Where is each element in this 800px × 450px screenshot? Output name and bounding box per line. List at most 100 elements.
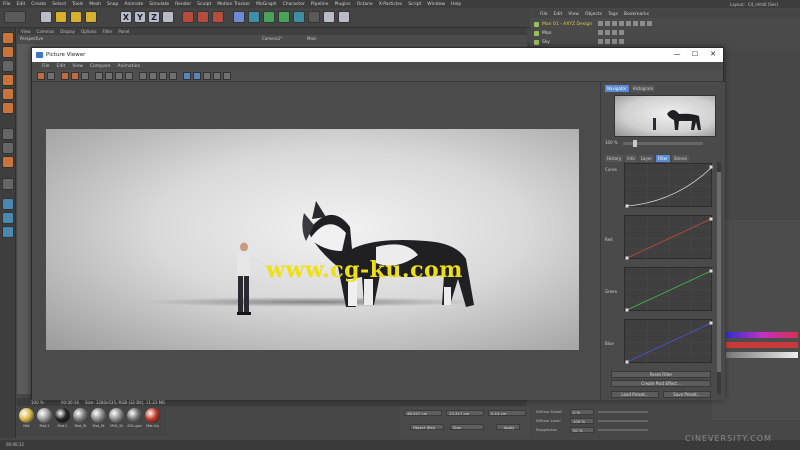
main-menu-item[interactable]: MoGraph	[256, 2, 276, 7]
attribute-value-field[interactable]: 100 %	[570, 418, 594, 424]
array-button[interactable]	[278, 11, 290, 23]
curve-point-handle[interactable]	[709, 321, 713, 325]
make-editable-button[interactable]	[2, 32, 14, 44]
clear-button[interactable]	[81, 72, 89, 80]
main-menu-item[interactable]: Create	[31, 2, 46, 7]
main-menu-item[interactable]: Window	[427, 2, 445, 7]
main-label[interactable]: Main	[307, 36, 317, 41]
color-gradient[interactable]	[726, 332, 798, 338]
curve-point-handle[interactable]	[625, 204, 629, 208]
position-x-field[interactable]: 46.507 cm	[404, 410, 442, 416]
curve-point-handle[interactable]	[625, 256, 629, 260]
objects-menu-item[interactable]: Objects	[585, 12, 602, 17]
x-axis-button[interactable]: X	[120, 11, 132, 23]
navigator-zoom-value[interactable]: 100 %	[605, 140, 618, 145]
render-region-button[interactable]	[71, 72, 79, 80]
snap-button[interactable]	[2, 156, 14, 168]
main-menu-item[interactable]: Snap	[107, 2, 118, 7]
objects-menu-item[interactable]: View	[568, 12, 579, 17]
sidebar-scroll-thumb[interactable]	[717, 172, 721, 372]
set-a-button[interactable]	[149, 72, 157, 80]
picture-viewer-titlebar[interactable]: Picture Viewer — ☐ ✕	[32, 48, 723, 62]
main-menu-item[interactable]: Character	[283, 2, 305, 7]
render-view-button[interactable]	[182, 11, 194, 23]
tab-filter[interactable]: Filter	[655, 155, 670, 162]
create-post-effect-button[interactable]: Create Post Effect...	[611, 380, 711, 387]
viewport-menu-item[interactable]: Cameras	[37, 29, 55, 34]
main-menu-item[interactable]: Plugins	[334, 2, 350, 7]
floor-button[interactable]	[308, 11, 320, 23]
main-menu-item[interactable]: Sculpt	[197, 2, 211, 7]
material-swatch[interactable]: Mat.2	[55, 408, 70, 430]
polygons-mode-button[interactable]	[2, 102, 14, 114]
settings-button[interactable]	[223, 72, 231, 80]
picture-viewer-menu-item[interactable]: View	[72, 64, 83, 69]
brightness-slider[interactable]	[726, 352, 798, 358]
navigator-zoom-handle[interactable]	[633, 140, 637, 147]
save-preset-button[interactable]: Save Preset...	[663, 391, 711, 398]
camera-button[interactable]	[323, 11, 335, 23]
render-settings-button[interactable]	[212, 11, 224, 23]
objects-menu-item[interactable]: Edit	[554, 12, 563, 17]
tab-histogram[interactable]: Histogram	[630, 85, 656, 92]
apply-button[interactable]: Apply	[496, 424, 520, 430]
ab-compare-button[interactable]	[139, 72, 147, 80]
move-tool-button[interactable]	[55, 11, 67, 23]
lock-workplane-button[interactable]	[2, 198, 14, 210]
stereo-button[interactable]	[213, 72, 221, 80]
tag-icon[interactable]	[647, 21, 652, 26]
main-menu-item[interactable]: Script	[408, 2, 421, 7]
material-swatch[interactable]: SOL.gse	[127, 408, 142, 430]
material-swatch[interactable]: Mat	[19, 408, 34, 430]
tab-info[interactable]: Info	[625, 155, 637, 162]
objects-menu-item[interactable]: Tags	[608, 12, 618, 17]
tag-icon[interactable]	[598, 21, 603, 26]
tag-icon[interactable]	[626, 21, 631, 26]
attribute-value-field[interactable]: 0 %	[570, 409, 594, 415]
full-view-button[interactable]	[193, 72, 201, 80]
object-row[interactable]: Man 01 - AXYZ Design	[534, 20, 592, 28]
attribute-slider[interactable]	[598, 420, 648, 422]
split-view-button[interactable]	[203, 72, 211, 80]
material-swatch[interactable]: Mat.1	[37, 408, 52, 430]
channel-red-button[interactable]	[105, 72, 113, 80]
tab-stereo[interactable]: Stereo	[671, 155, 689, 162]
object-name[interactable]: Man	[542, 31, 552, 36]
main-menu-item[interactable]: Pipeline	[311, 2, 329, 7]
grid-button[interactable]	[2, 212, 14, 224]
z-axis-button[interactable]: Z	[148, 11, 160, 23]
live-select-button[interactable]	[40, 11, 52, 23]
object-name[interactable]: Sky	[542, 40, 550, 45]
curve-point-handle[interactable]	[709, 217, 713, 221]
curve-point-handle[interactable]	[625, 360, 629, 364]
tag-icon[interactable]	[619, 39, 624, 44]
main-menu-item[interactable]: Octane	[357, 2, 373, 7]
points-mode-button[interactable]	[2, 74, 14, 86]
curve-editor-curve[interactable]	[624, 163, 713, 208]
set-b-button[interactable]	[159, 72, 167, 80]
picture-viewer-menu-item[interactable]: Compare	[90, 64, 110, 69]
color-red-slider[interactable]	[726, 342, 798, 348]
tag-icon[interactable]	[612, 39, 617, 44]
render-to-picture-viewer-button[interactable]	[197, 11, 209, 23]
attribute-slider[interactable]	[598, 411, 648, 413]
curve-point-handle[interactable]	[709, 165, 713, 169]
tag-icon[interactable]	[598, 39, 603, 44]
axis-mode-button[interactable]	[2, 128, 14, 140]
material-swatch[interactable]: Mat_St	[73, 408, 88, 430]
material-swatch[interactable]: MYA_St	[109, 408, 124, 430]
tag-icon[interactable]	[619, 30, 624, 35]
position-y-field[interactable]: 13.317 cm	[446, 410, 484, 416]
fit-view-button[interactable]	[183, 72, 191, 80]
tag-icon[interactable]	[619, 21, 624, 26]
curve-editor-green[interactable]	[624, 267, 713, 312]
solo-button[interactable]	[2, 226, 14, 238]
tag-icon[interactable]	[612, 30, 617, 35]
coord-mode-select[interactable]: Object (Rel)	[410, 424, 444, 430]
picture-viewer-menu-item[interactable]: Edit	[57, 64, 66, 69]
tag-icon[interactable]	[633, 21, 638, 26]
material-swatch[interactable]: Mat.Go	[145, 408, 160, 430]
stop-render-button[interactable]	[61, 72, 69, 80]
tag-icon[interactable]	[605, 21, 610, 26]
main-menu-item[interactable]: Simulate	[149, 2, 169, 7]
